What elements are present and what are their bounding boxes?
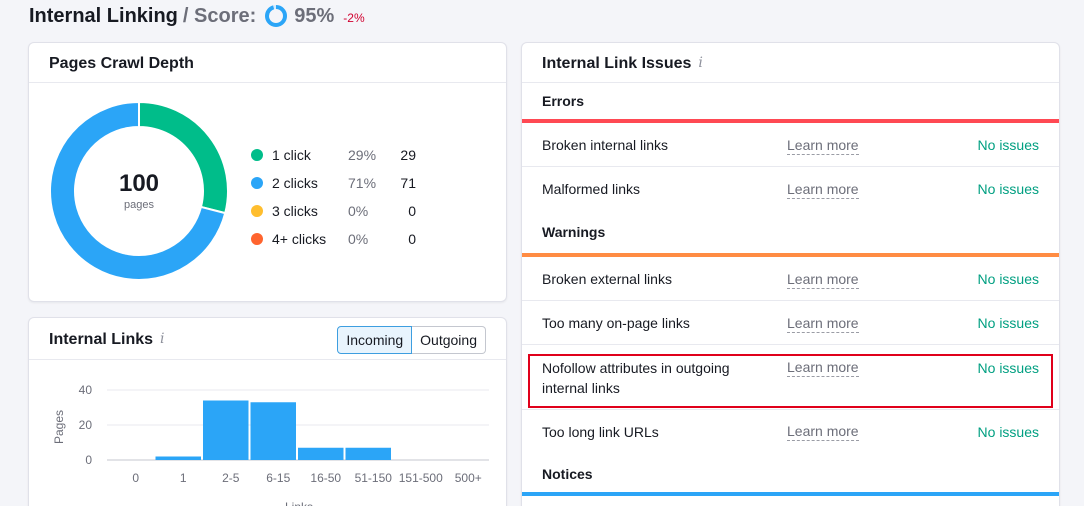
issue-status: No issues [977,137,1039,153]
x-tick-label: 151-500 [399,471,443,485]
x-tick-label: 6-15 [266,471,290,485]
x-axis-label: Links [285,500,313,506]
crawl-depth-legend: 1 click 29% 29 2 clicks 71% 71 3 clicks … [251,141,416,253]
learn-more-link[interactable]: Learn more [787,136,859,155]
issue-status: No issues [977,181,1039,197]
internal-links-title: Internal Links [49,331,154,348]
score-delta: -2% [343,11,365,25]
legend-label: 2 clicks [272,175,318,191]
legend-row-4-plus-clicks[interactable]: 4+ clicks 0% 0 [251,225,416,253]
section-warnings: Warnings [542,224,606,240]
issue-row-too-long-link-urls[interactable]: Too long link URLs Learn more No issues [522,410,1059,454]
legend-row-3-clicks[interactable]: 3 clicks 0% 0 [251,197,416,225]
score-value: 95% [294,4,335,27]
y-tick-label: 40 [79,383,93,397]
donut-center: 100 pages [49,170,229,211]
page-header: Internal Linking / Score: 95% -2% [29,2,365,30]
legend-percent: 29% [348,147,377,163]
x-tick-label: 500+ [455,471,482,485]
issue-name: Nofollow attributes in outgoing internal… [542,360,730,396]
issue-status: No issues [977,424,1039,440]
bar-1[interactable] [155,456,202,461]
issue-name: Broken external links [542,271,672,287]
legend-dot-4-plus-clicks [251,233,263,245]
legend-row-1-click[interactable]: 1 click 29% 29 [251,141,416,169]
legend-dot-2-clicks [251,177,263,189]
legend-percent: 0% [348,231,369,247]
legend-label: 1 click [272,147,311,163]
learn-more-link[interactable]: Learn more [787,270,859,289]
score-label: / Score: [182,4,257,27]
crawl-depth-title: Pages Crawl Depth [49,55,194,72]
x-tick-label: 0 [132,471,139,485]
x-tick-label: 1 [180,471,187,485]
issue-status: No issues [977,360,1039,376]
issue-row-nofollow-attributes[interactable]: Nofollow attributes in outgoing internal… [522,345,1059,410]
issues-header: Internal Link Issues i [522,43,1059,83]
outgoing-tab[interactable]: Outgoing [412,326,486,354]
issue-status: No issues [977,271,1039,287]
info-icon[interactable]: i [698,55,702,71]
incoming-tab[interactable]: Incoming [337,326,413,354]
issue-name: Too long link URLs [542,424,659,440]
x-tick-label: 2-5 [222,471,240,485]
crawl-depth-card: Pages Crawl Depth 100 pages 1 click 29% … [28,42,507,302]
legend-count: 0 [408,231,416,247]
score-ring-icon [265,5,288,27]
learn-more-link[interactable]: Learn more [787,314,859,333]
legend-count: 71 [400,175,416,191]
issue-name: Malformed links [542,181,641,197]
notices-bar [522,492,1059,496]
legend-count: 0 [408,203,416,219]
total-pages: 100 [118,170,160,197]
legend-percent: 0% [348,203,369,219]
issue-status: No issues [977,315,1039,331]
incoming-outgoing-toggle: Incoming Outgoing [337,326,486,354]
section-notices: Notices [542,466,593,482]
learn-more-link[interactable]: Learn more [787,358,859,377]
page-title: Internal Linking [29,4,178,27]
legend-percent: 71% [348,175,377,191]
internal-link-issues-card: Internal Link Issues i Errors Broken int… [521,42,1060,506]
y-tick-label: 20 [79,418,93,432]
crawl-depth-header: Pages Crawl Depth [29,43,506,83]
issue-row-too-many-on-page-links[interactable]: Too many on-page links Learn more No iss… [522,301,1059,345]
section-errors: Errors [542,93,585,109]
legend-count: 29 [400,147,416,163]
learn-more-link[interactable]: Learn more [787,180,859,199]
issue-name: Too many on-page links [542,315,690,331]
bar-16-50[interactable] [298,447,344,460]
y-tick-label: 0 [85,453,92,467]
total-pages-label: pages [124,199,154,211]
issue-row-broken-external-links[interactable]: Broken external links Learn more No issu… [522,257,1059,301]
legend-dot-1-click [251,149,263,161]
bar-6-15[interactable] [250,402,297,460]
legend-dot-3-clicks [251,205,263,217]
issues-title: Internal Link Issues [542,55,692,72]
legend-label: 3 clicks [272,203,318,219]
legend-label: 4+ clicks [272,231,327,247]
x-tick-label: 51-150 [355,471,393,485]
internal-links-card: 0 20 40 Pages 0 1 2-5 6-15 16-50 51-150 151-500 500… [28,317,507,506]
x-tick-label: 16-50 [310,471,341,485]
bar-51-150[interactable] [345,447,392,460]
y-axis-label: Pages [52,410,66,444]
learn-more-link[interactable]: Learn more [787,422,859,441]
info-icon[interactable]: i [160,331,164,347]
issue-row-malformed-links[interactable]: Malformed links Learn more No issues [522,167,1059,212]
issue-row-broken-internal-links[interactable]: Broken internal links Learn more No issu… [522,123,1059,167]
issue-name: Broken internal links [542,137,669,153]
bar-2-5[interactable] [203,400,249,461]
legend-row-2-clicks[interactable]: 2 clicks 71% 71 [251,169,416,197]
